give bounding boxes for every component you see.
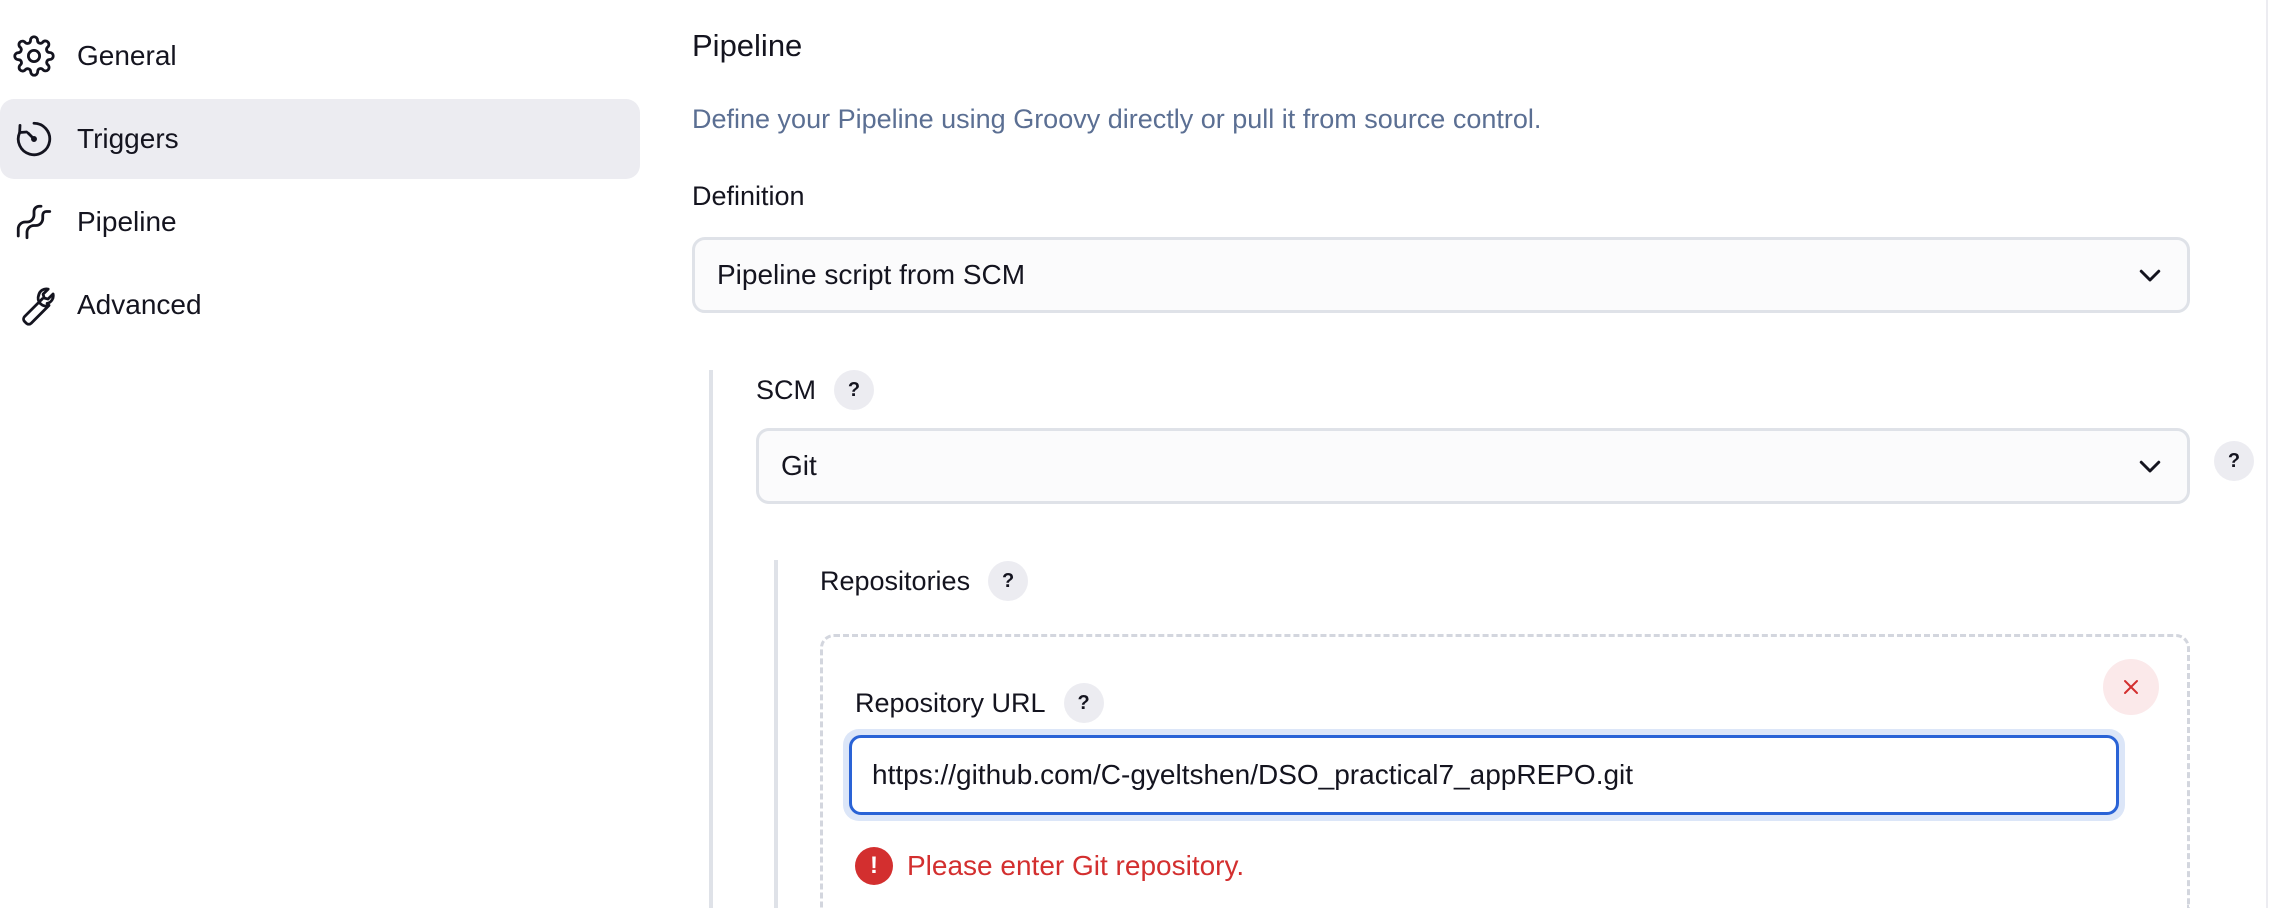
error-message: Please enter Git repository.: [907, 850, 1245, 881]
repository-url-label: Repository URL ?: [855, 683, 1104, 723]
scm-select-help-button[interactable]: ?: [2214, 441, 2254, 481]
pipeline-section: Pipeline Define your Pipeline using Groo…: [692, 0, 2286, 908]
sidebar-item-advanced[interactable]: Advanced: [0, 265, 640, 345]
error-icon: !: [855, 847, 893, 885]
sidebar-item-pipeline[interactable]: Pipeline: [0, 182, 640, 262]
scm-nest-indicator: [709, 370, 713, 908]
scm-help-button[interactable]: ?: [834, 370, 874, 410]
repositories-nest-indicator: [774, 560, 778, 908]
scm-select-value: Git: [781, 450, 817, 481]
scm-label: SCM ?: [756, 370, 874, 410]
definition-select-value: Pipeline script from SCM: [717, 259, 1026, 290]
wrench-icon: [12, 283, 56, 327]
sidebar-item-general[interactable]: General: [0, 16, 640, 96]
pipeline-icon: [12, 200, 56, 244]
repository-url-label-text: Repository URL: [855, 687, 1046, 718]
sidebar-item-label: Pipeline: [77, 206, 177, 237]
chevron-down-icon: [2139, 269, 2161, 282]
gear-icon: [12, 34, 56, 78]
sidebar-item-label: Triggers: [77, 123, 179, 154]
config-sidebar: General Triggers Pipeline Advanced: [0, 0, 640, 908]
sidebar-item-label: General: [77, 40, 177, 71]
scm-select[interactable]: Git: [756, 428, 2190, 504]
timer-icon: [12, 117, 56, 161]
section-title: Pipeline: [692, 28, 803, 63]
scrollbar-track: [2266, 0, 2268, 908]
section-description: Define your Pipeline using Groovy direct…: [692, 104, 1542, 134]
definition-label: Definition: [692, 181, 805, 212]
repositories-help-button[interactable]: ?: [988, 561, 1029, 601]
repository-url-focus-ring: [843, 729, 2125, 821]
sidebar-item-label: Advanced: [77, 289, 202, 320]
sidebar-item-triggers[interactable]: Triggers: [0, 99, 640, 179]
repositories-label: Repositories ?: [820, 561, 1029, 601]
repository-url-error: ! Please enter Git repository.: [855, 847, 1244, 885]
definition-select[interactable]: Pipeline script from SCM: [692, 237, 2190, 313]
close-icon: [2124, 680, 2138, 694]
delete-repository-button[interactable]: [2103, 659, 2159, 715]
scm-label-text: SCM: [756, 374, 816, 405]
repository-url-input[interactable]: [849, 735, 2119, 815]
repositories-label-text: Repositories: [820, 565, 971, 596]
definition-label-text: Definition: [692, 181, 805, 211]
repository-entry-box: Repository URL ? ! Please enter Git repo…: [820, 634, 2190, 908]
repository-url-help-button[interactable]: ?: [1063, 683, 1104, 723]
jenkins-config-page: General Triggers Pipeline Advanced Pipel…: [0, 0, 2286, 908]
chevron-down-icon: [2139, 460, 2161, 473]
